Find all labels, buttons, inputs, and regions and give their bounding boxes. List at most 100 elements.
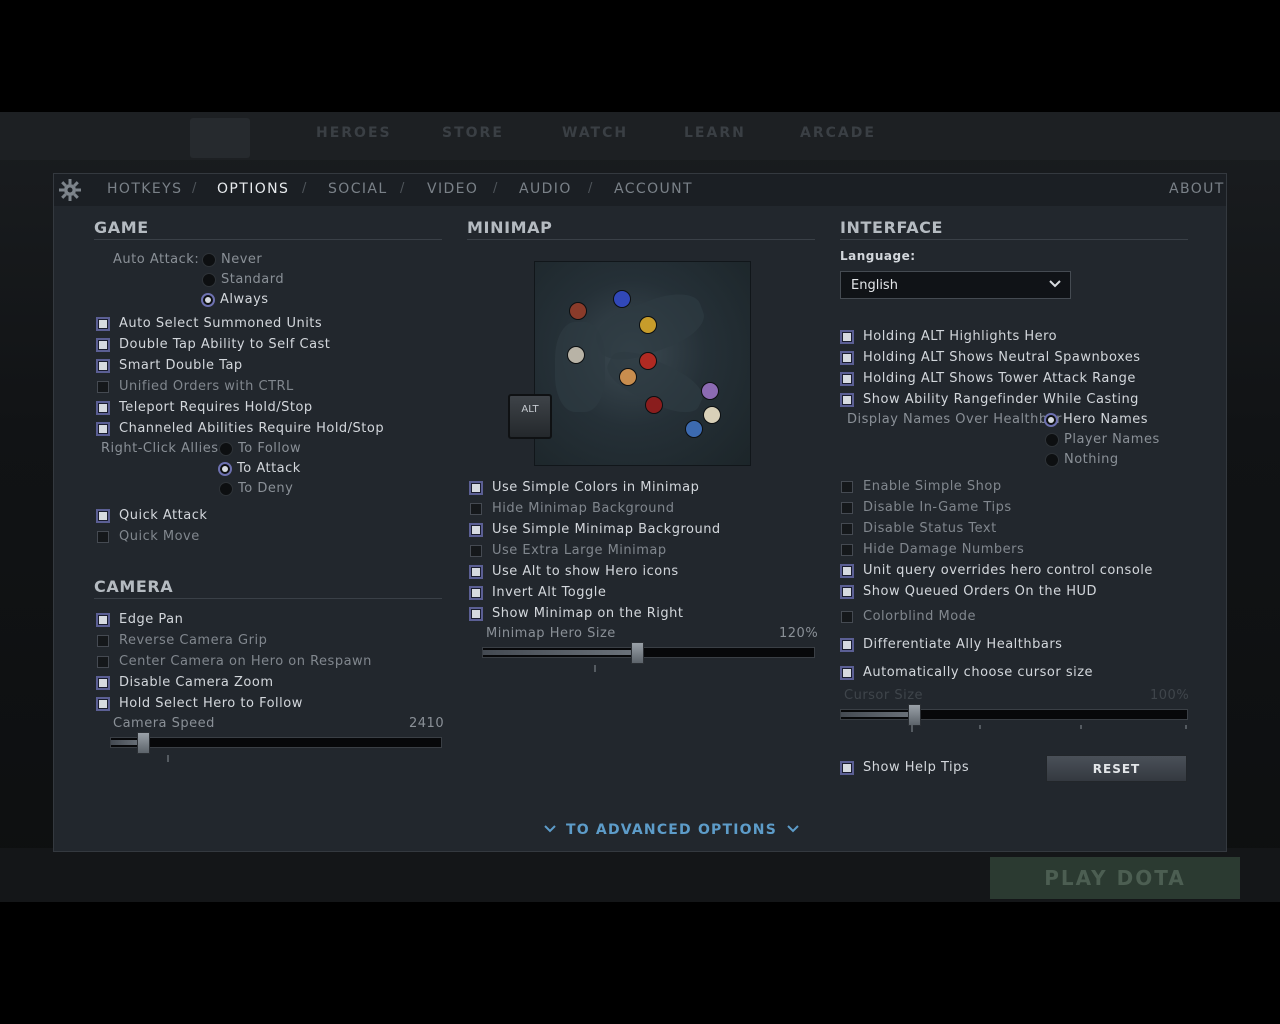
center-camera-on-hero-on-respawn-checkbox[interactable]: Center Camera on Hero on Respawn — [96, 654, 372, 669]
colorblind-mode-checkbox[interactable]: Colorblind Mode — [840, 609, 976, 624]
cursor-size-slider — [840, 704, 1188, 726]
enable-simple-shop-checkbox[interactable]: Enable Simple Shop — [840, 479, 1002, 494]
checkbox-unchecked-icon — [841, 501, 853, 514]
language-dropdown[interactable]: English — [840, 271, 1071, 299]
smart-double-tap-checkbox[interactable]: Smart Double Tap — [96, 358, 243, 373]
hide-minimap-background-checkbox[interactable]: Hide Minimap Background — [469, 501, 675, 516]
unit-query-overrides-hero-control-console-checkbox[interactable]: Unit query overrides hero control consol… — [840, 563, 1153, 578]
checkbox-checked-icon — [469, 522, 483, 537]
holding-alt-shows-tower-attack-range-checkbox[interactable]: Holding ALT Shows Tower Attack Range — [840, 371, 1136, 386]
right-click-attack-radio[interactable]: To Attack — [218, 461, 301, 476]
game-section-title: GAME — [94, 218, 442, 240]
minimap-hero-size-handle[interactable] — [631, 642, 644, 664]
language-value: English — [851, 277, 898, 293]
camera-speed-slider[interactable] — [110, 732, 442, 754]
minimap-hero-size-slider[interactable] — [482, 642, 815, 664]
automatically-choose-cursor-size-checkbox[interactable]: Automatically choose cursor size — [840, 665, 1093, 680]
unified-orders-with-ctrl-checkbox[interactable]: Unified Orders with CTRL — [96, 379, 294, 394]
cursor-size-fill — [841, 712, 912, 717]
disable-camera-zoom-checkbox[interactable]: Disable Camera Zoom — [96, 675, 273, 690]
radio-selected-icon — [218, 461, 232, 476]
checkbox-checked-icon — [840, 563, 854, 578]
minimap-section-title: MINIMAP — [467, 218, 815, 240]
tab-social[interactable]: SOCIAL — [328, 181, 388, 197]
checkbox-unchecked-icon — [97, 380, 109, 393]
camera-speed-handle[interactable] — [137, 732, 150, 754]
display-hero-names-radio[interactable]: Hero Names — [1044, 412, 1148, 427]
radio-icon — [219, 481, 233, 496]
show-minimap-on-the-right-checkbox[interactable]: Show Minimap on the Right — [469, 606, 683, 621]
checkbox-checked-icon — [96, 337, 110, 352]
tab-audio[interactable]: AUDIO — [519, 181, 572, 197]
right-click-deny-radio[interactable]: To Deny — [219, 481, 293, 496]
auto-attack-standard-radio[interactable]: Standard — [202, 272, 284, 287]
auto-attack-never-radio[interactable]: Never — [202, 252, 262, 267]
tab-video[interactable]: VIDEO — [427, 181, 478, 197]
camera-speed-value: 2410 — [409, 716, 445, 731]
slider-tick — [911, 725, 913, 732]
checkbox-checked-icon — [469, 606, 483, 621]
differentiate-ally-healthbars-checkbox[interactable]: Differentiate Ally Healthbars — [840, 637, 1062, 652]
bg-nav-store: STORE — [442, 125, 504, 141]
display-nothing-radio[interactable]: Nothing — [1045, 452, 1119, 467]
gear-icon — [58, 178, 82, 202]
radio-selected-icon — [1044, 412, 1058, 427]
show-queued-orders-on-the-hud-checkbox[interactable]: Show Queued Orders On the HUD — [840, 584, 1097, 599]
display-names-label: Display Names Over Healthbar — [847, 412, 1062, 427]
use-simple-minimap-background-checkbox[interactable]: Use Simple Minimap Background — [469, 522, 721, 537]
hero-portrait-icon — [569, 302, 587, 320]
hero-portrait-icon — [639, 316, 657, 334]
interface-section: INTERFACE — [840, 218, 1188, 240]
reset-button[interactable]: RESET — [1046, 755, 1187, 782]
camera-speed-label: Camera Speed — [113, 716, 215, 731]
teleport-requires-hold-stop-checkbox[interactable]: Teleport Requires Hold/Stop — [96, 400, 313, 415]
checkbox-checked-icon — [96, 696, 110, 711]
reverse-camera-grip-checkbox[interactable]: Reverse Camera Grip — [96, 633, 267, 648]
hero-portrait-icon — [639, 352, 657, 370]
show-ability-rangefinder-while-casting-checkbox[interactable]: Show Ability Rangefinder While Casting — [840, 392, 1139, 407]
invert-alt-toggle-checkbox[interactable]: Invert Alt Toggle — [469, 585, 606, 600]
cursor-size-label: Cursor Size — [844, 688, 924, 703]
dota-logo-icon — [190, 118, 250, 158]
auto-select-summoned-units-checkbox[interactable]: Auto Select Summoned Units — [96, 316, 322, 331]
chevron-down-icon — [787, 823, 799, 838]
right-click-follow-radio[interactable]: To Follow — [219, 441, 301, 456]
bg-nav-learn: LEARN — [684, 125, 746, 141]
checkbox-checked-icon — [840, 584, 854, 599]
display-player-names-radio[interactable]: Player Names — [1045, 432, 1160, 447]
show-help-tips-checkbox[interactable]: Show Help Tips — [840, 760, 969, 775]
auto-attack-always-radio[interactable]: Always — [201, 292, 269, 307]
radio-icon — [1045, 432, 1059, 447]
cursor-size-handle — [908, 704, 921, 726]
hero-portrait-icon — [613, 290, 631, 308]
use-simple-colors-in-minimap-checkbox[interactable]: Use Simple Colors in Minimap — [469, 480, 699, 495]
hero-portrait-icon — [701, 382, 719, 400]
double-tap-ability-to-self-cast-checkbox[interactable]: Double Tap Ability to Self Cast — [96, 337, 330, 352]
advanced-options-link[interactable]: TO ADVANCED OPTIONS — [534, 822, 809, 838]
checkbox-unchecked-icon — [470, 502, 482, 515]
hide-damage-numbers-checkbox[interactable]: Hide Damage Numbers — [840, 542, 1024, 557]
quick-attack-checkbox[interactable]: Quick Attack — [96, 508, 207, 523]
tab-account[interactable]: ACCOUNT — [614, 181, 693, 197]
checkbox-checked-icon — [96, 508, 110, 523]
use-extra-large-minimap-checkbox[interactable]: Use Extra Large Minimap — [469, 543, 667, 558]
tab-hotkeys[interactable]: HOTKEYS — [107, 181, 182, 197]
holding-alt-shows-neutral-spawnboxes-checkbox[interactable]: Holding ALT Shows Neutral Spawnboxes — [840, 350, 1141, 365]
checkbox-checked-icon — [840, 760, 854, 775]
use-alt-to-show-hero-icons-checkbox[interactable]: Use Alt to show Hero icons — [469, 564, 679, 579]
hold-select-hero-to-follow-checkbox[interactable]: Hold Select Hero to Follow — [96, 696, 303, 711]
disable-in-game-tips-checkbox[interactable]: Disable In-Game Tips — [840, 500, 1012, 515]
chevron-down-icon — [1048, 277, 1062, 295]
channeled-abilities-require-hold-stop-checkbox[interactable]: Channeled Abilities Require Hold/Stop — [96, 421, 384, 436]
quick-move-checkbox[interactable]: Quick Move — [96, 529, 200, 544]
disable-status-text-checkbox[interactable]: Disable Status Text — [840, 521, 997, 536]
checkbox-checked-icon — [840, 371, 854, 386]
settings-dialog: HOTKEYS / OPTIONS / SOCIAL / VIDEO / AUD… — [53, 173, 1227, 852]
tab-options[interactable]: OPTIONS — [217, 181, 289, 197]
hero-portrait-icon — [645, 396, 663, 414]
slider-tick — [167, 755, 169, 762]
radio-icon — [1045, 452, 1059, 467]
tab-about[interactable]: ABOUT — [1169, 181, 1225, 197]
holding-alt-highlights-hero-checkbox[interactable]: Holding ALT Highlights Hero — [840, 329, 1057, 344]
edge-pan-checkbox[interactable]: Edge Pan — [96, 612, 183, 627]
